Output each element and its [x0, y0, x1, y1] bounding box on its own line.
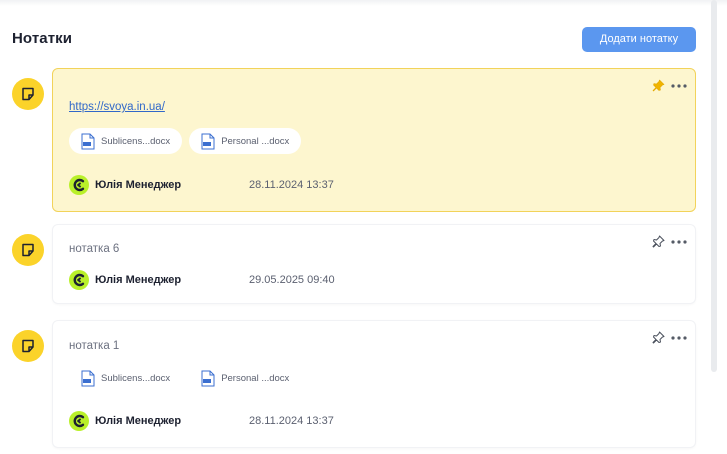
note-icon	[12, 330, 44, 362]
avatar	[69, 270, 89, 290]
note-date: 28.11.2024 13:37	[249, 415, 334, 427]
brand-logo-icon	[73, 414, 85, 428]
more-icon[interactable]	[671, 239, 687, 244]
notes-panel: Нотатки Додати нотатку https://svoya.in.…	[0, 0, 727, 454]
note-card-pinned: https://svoya.in.ua/ Sublicens...docx Pe…	[52, 68, 696, 212]
file-name: Sublicens...docx	[101, 135, 171, 147]
note-meta: Юлія Менеджер 29.05.2025 09:40	[69, 270, 335, 290]
note-date: 28.11.2024 13:37	[249, 179, 334, 191]
pin-icon[interactable]	[652, 331, 665, 344]
pin-icon[interactable]	[652, 79, 665, 92]
file-chip[interactable]: Sublicens...docx	[69, 128, 183, 154]
file-name: Sublicens...docx	[101, 372, 171, 384]
author-name: Юлія Менеджер	[95, 179, 182, 191]
note-date: 29.05.2025 09:40	[249, 274, 335, 286]
note-actions	[652, 79, 687, 92]
avatar	[69, 175, 89, 195]
note-actions	[652, 235, 687, 248]
note-link[interactable]: https://svoya.in.ua/	[69, 101, 165, 113]
file-chip[interactable]: Personal ...docx	[189, 128, 302, 154]
note-text: нотатка 1	[69, 340, 120, 352]
docx-file-icon	[201, 133, 215, 149]
add-note-button[interactable]: Додати нотатку	[582, 27, 696, 52]
note-icon	[12, 78, 44, 110]
attachments: Sublicens...docx Personal ...docx	[69, 365, 301, 391]
docx-file-icon	[81, 133, 95, 149]
note-actions	[652, 331, 687, 344]
note-card: нотатка 6 Юлія Менеджер 29.05.2025 09:40	[52, 224, 696, 304]
file-name: Personal ...docx	[221, 135, 290, 147]
note-meta: Юлія Менеджер 28.11.2024 13:37	[69, 175, 334, 195]
note-icon	[12, 234, 44, 266]
brand-logo-icon	[73, 178, 85, 192]
top-divider	[0, 0, 727, 6]
note-card: нотатка 1 Sublicens...docx Personal ...d…	[52, 320, 696, 448]
author-name: Юлія Менеджер	[95, 415, 182, 427]
docx-file-icon	[81, 370, 95, 386]
scrollbar[interactable]	[711, 0, 717, 372]
more-icon[interactable]	[671, 83, 687, 88]
file-chip[interactable]: Personal ...docx	[189, 365, 301, 391]
file-name: Personal ...docx	[221, 372, 290, 384]
avatar	[69, 411, 89, 431]
pin-icon[interactable]	[652, 235, 665, 248]
more-icon[interactable]	[671, 335, 687, 340]
note-meta: Юлія Менеджер 28.11.2024 13:37	[69, 411, 334, 431]
attachments: Sublicens...docx Personal ...docx	[69, 128, 302, 154]
author-name: Юлія Менеджер	[95, 274, 182, 286]
file-chip[interactable]: Sublicens...docx	[69, 365, 182, 391]
page-title: Нотатки	[12, 30, 73, 47]
note-text: нотатка 6	[69, 243, 120, 255]
docx-file-icon	[201, 370, 215, 386]
brand-logo-icon	[73, 273, 85, 287]
